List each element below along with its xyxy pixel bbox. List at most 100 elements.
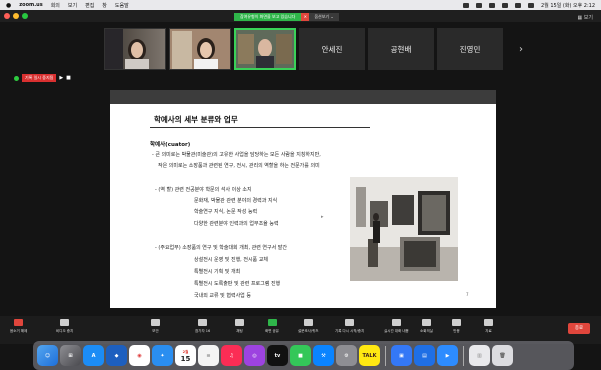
record-icon: [345, 319, 355, 326]
settings-icon[interactable]: ⚙: [336, 345, 357, 366]
live-transcript-button[interactable]: 실시간 대화 내용: [384, 319, 409, 334]
menu-view[interactable]: 보기: [68, 2, 77, 9]
photo-illustration: [350, 177, 458, 281]
whiteboard-button[interactable]: 자료: [484, 319, 493, 334]
chrome-icon[interactable]: ◉: [129, 345, 150, 366]
zoom-status-icon[interactable]: [462, 2, 469, 8]
live-transcript-label: 실시간 대화 내용: [384, 329, 409, 333]
unmute-button[interactable]: 음소거 해제: [10, 319, 27, 334]
view-options-button[interactable]: 옵션보기 ⌄: [309, 13, 339, 21]
finder-icon[interactable]: ☺: [37, 345, 58, 366]
safari-icon[interactable]: ✦: [152, 345, 173, 366]
stop-viewing-icon[interactable]: ✕: [301, 13, 310, 21]
whiteboard-label: 자료: [485, 329, 492, 333]
dock-separator: [463, 345, 464, 366]
share-screen-label: 화면 공유: [265, 329, 279, 333]
participant-video-2: [170, 29, 230, 69]
appstore-icon[interactable]: A: [83, 345, 104, 366]
kakaotalk-icon[interactable]: TALK: [359, 345, 380, 366]
participant-name-tile[interactable]: 진영민: [437, 28, 503, 70]
macos-dock: ☺ ⊞ A ◆ ◉ ✦ 2월 15 ≡ ♫ ◎ tv ■ ⚒ ⚙ TALK ▣ ▤…: [33, 341, 574, 370]
share-arrow-icon: [267, 319, 277, 326]
preview-icon[interactable]: ▣: [391, 345, 412, 366]
participant-name-tile[interactable]: 안세진: [299, 28, 365, 70]
shield-icon: [14, 75, 19, 81]
slide-line: - (주요업무) 소장품의 연구 및 학술대회 개최, 관련 연구서 발간: [155, 245, 288, 251]
slide-line: 문화재, 박물관 관련 분야의 경력과 지식: [194, 198, 278, 204]
participants-label: 참가자: [195, 329, 205, 333]
menu-app-name[interactable]: zoom.us: [19, 2, 42, 8]
slide-line: 학술연구 지식, 논문 작성 능력: [194, 209, 258, 215]
control-center-icon[interactable]: [527, 2, 534, 8]
fullscreen-window-button[interactable]: [22, 13, 28, 19]
close-window-button[interactable]: [4, 13, 10, 19]
volume-icon[interactable]: [475, 2, 482, 8]
chat-label: 채팅: [236, 329, 243, 333]
menubar-clock[interactable]: 2월 15일 (화) 오후 2:12: [541, 2, 595, 9]
menu-window[interactable]: 창: [102, 2, 107, 9]
resume-recording-icon[interactable]: ▶: [59, 75, 63, 81]
shield-icon: [151, 319, 160, 326]
slide-line: 국내외 교류 및 협력사업 등: [194, 293, 251, 299]
calendar-icon[interactable]: 2월 15: [175, 345, 196, 366]
grid-icon: ▦: [577, 15, 583, 21]
search-icon[interactable]: [514, 2, 521, 8]
video-tile-3-active-speaker[interactable]: [234, 28, 296, 70]
slide-subtitle: 학예사(cuator): [150, 142, 191, 148]
xcode-icon[interactable]: ⚒: [313, 345, 334, 366]
gallery-installation-photo: [350, 177, 458, 281]
menu-help[interactable]: 도움말: [115, 2, 129, 9]
facetime-icon[interactable]: ■: [290, 345, 311, 366]
apple-menu-icon[interactable]: ●: [6, 2, 11, 9]
recording-status: 기록 일시 중지됨: [22, 74, 57, 82]
video-tile-1[interactable]: [104, 28, 166, 70]
next-page-chevron-icon[interactable]: ›: [506, 28, 536, 70]
stop-video-button[interactable]: 비디오 중지: [56, 319, 73, 334]
slide-line: 특별전시 도록출판 및 관련 프로그램 진행: [194, 281, 281, 287]
battery-icon[interactable]: [488, 2, 495, 8]
folder-icon[interactable]: ▥: [469, 345, 490, 366]
participant-name: 안세진: [321, 44, 343, 54]
participant-video-3: [236, 30, 294, 68]
launchpad-icon[interactable]: ⊞: [60, 345, 81, 366]
menu-edit[interactable]: 편집: [85, 2, 94, 9]
stop-video-label: 비디오 중지: [56, 329, 74, 333]
keynote-icon[interactable]: ◆: [106, 345, 127, 366]
bar-chart-icon: [303, 319, 313, 326]
podcasts-icon[interactable]: ◎: [244, 345, 265, 366]
zoom-icon[interactable]: ▶: [437, 345, 458, 366]
music-icon[interactable]: ♫: [221, 345, 242, 366]
mic-off-icon: [14, 319, 24, 326]
share-screen-button[interactable]: 화면 공유: [265, 319, 279, 334]
gallery-view-button[interactable]: ▦ 보기: [577, 14, 593, 21]
smiley-icon: [452, 319, 461, 326]
breakout-rooms-button[interactable]: 소회의실: [420, 319, 433, 334]
participants-button[interactable]: 참가자 16: [195, 319, 210, 334]
wifi-icon[interactable]: [501, 2, 508, 8]
polls-button[interactable]: 설문조사/퀴즈: [298, 319, 319, 334]
video-tile-2[interactable]: [169, 28, 231, 70]
participant-video-1: [105, 29, 149, 69]
security-button[interactable]: 보안: [151, 319, 160, 334]
notes-icon[interactable]: ≡: [198, 345, 219, 366]
polls-label: 설문조사/퀴즈: [298, 329, 319, 333]
breakout-rooms-label: 소회의실: [420, 329, 433, 333]
minimize-window-button[interactable]: [13, 13, 19, 19]
security-label: 보안: [152, 329, 159, 333]
share-status-bar: 참여유형이 화면을 보고 있습니다 ✕ 옵션보기 ⌄: [234, 13, 339, 21]
record-button[interactable]: 기록 다시 시작/중지: [335, 319, 364, 334]
chat-button[interactable]: 채팅: [235, 319, 244, 334]
stop-recording-icon[interactable]: ■: [66, 75, 71, 81]
trash-icon[interactable]: 🗑: [492, 345, 513, 366]
end-meeting-button[interactable]: 종료: [568, 323, 590, 334]
menu-meeting[interactable]: 회의: [51, 2, 60, 9]
video-camera-icon: [60, 319, 70, 326]
participant-count: 16: [205, 329, 211, 333]
participant-name: 진영민: [459, 44, 481, 54]
tv-icon[interactable]: tv: [267, 345, 288, 366]
mac-menubar: ● zoom.us 회의 보기 편집 창 도움말 2월 15일 (화) 오후 2…: [0, 0, 601, 10]
document-icon[interactable]: ▤: [414, 345, 435, 366]
participant-name-tile[interactable]: 공현배: [368, 28, 434, 70]
reactions-button[interactable]: 반응: [452, 319, 461, 334]
slide-line: 다양한 관련분야 인력과의 업무조율 능력: [194, 221, 279, 227]
